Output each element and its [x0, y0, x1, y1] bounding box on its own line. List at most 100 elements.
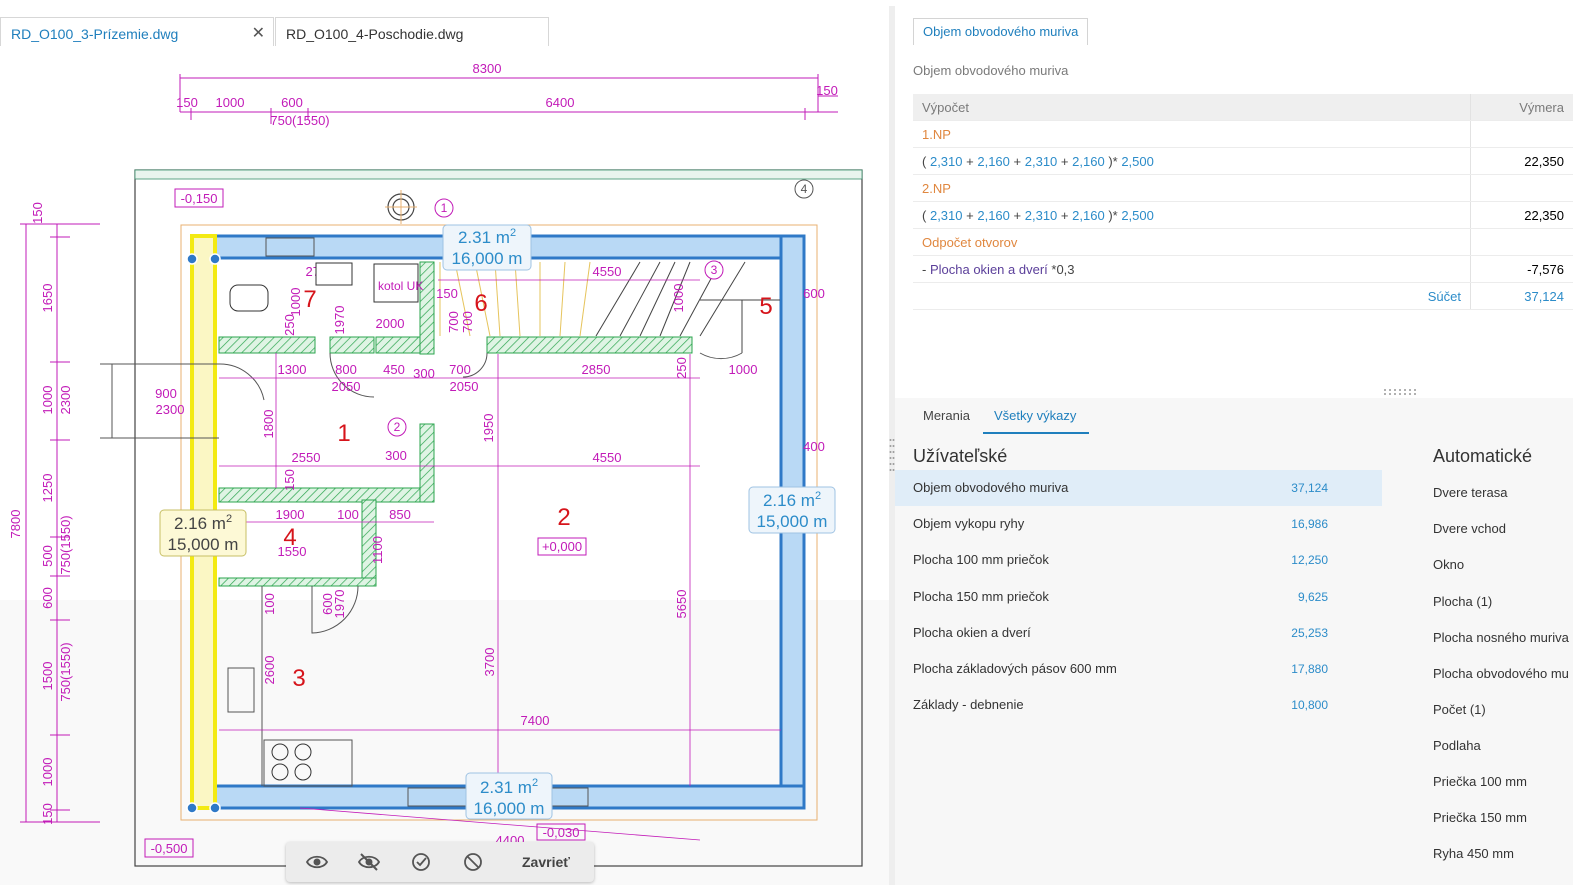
- dim-label: 150: [30, 202, 45, 224]
- dim-label: 1000: [40, 386, 55, 415]
- sum-row: Súčet 37,124: [913, 282, 1573, 310]
- close-button[interactable]: Zavrieť: [522, 842, 570, 882]
- eye-icon[interactable]: [306, 852, 328, 872]
- dim-label: 600: [803, 286, 825, 301]
- report-item[interactable]: Objem vykopu ryhy 16,986: [895, 506, 1382, 542]
- dim-label: 2300: [156, 402, 185, 417]
- dim-label: 100: [337, 507, 359, 522]
- svg-text:2.31 m2: 2.31 m2: [480, 777, 538, 797]
- section-row: Odpočet otvorov: [913, 228, 1573, 256]
- room-number: 6: [474, 290, 487, 317]
- report-item[interactable]: Plocha 150 mm priečok 9,625: [895, 579, 1382, 615]
- auto-report-item[interactable]: Počet (1): [1433, 702, 1486, 717]
- measure-callout-right[interactable]: 2.16 m2 15,000 m: [748, 486, 836, 534]
- section-title: 1.NP: [913, 120, 1471, 148]
- tab-merania[interactable]: Merania: [923, 408, 970, 423]
- measure-callout-left[interactable]: 2.16 m2 15,000 m: [159, 509, 247, 557]
- dim-label: 1000: [40, 758, 55, 787]
- formula-value: 22,350: [1470, 147, 1573, 175]
- document-tab-bar: RD_O100_3-Prízemie.dwg ✕ RD_O100_4-Posch…: [0, 6, 890, 51]
- formula-value: 22,350: [1470, 201, 1573, 229]
- dim-150-right: 150: [816, 83, 838, 98]
- reports-panel: Merania Všetky výkazy Užívateľské Automa…: [895, 398, 1573, 885]
- report-item[interactable]: Základy - debnenie 10,800: [895, 687, 1382, 723]
- formula-row[interactable]: ( 2,310 + 2,160 + 2,310 + 2,160 )* 2,500…: [913, 201, 1573, 229]
- active-tab-indicator: [983, 432, 1089, 434]
- header-calc: Výpočet: [913, 94, 1471, 121]
- report-item[interactable]: Plocha okien a dverí 25,253: [895, 615, 1382, 651]
- auto-report-item[interactable]: Dvere vchod: [1433, 521, 1506, 536]
- svg-text:2.16 m2: 2.16 m2: [763, 490, 821, 510]
- deduction-row[interactable]: - Plocha okien a dverí *0,3 -7,576: [913, 255, 1573, 283]
- auto-report-item[interactable]: Dvere terasa: [1433, 485, 1507, 500]
- empty-cell: [1470, 174, 1573, 202]
- dim-label: 450: [383, 362, 405, 377]
- dim-label: 1500: [40, 662, 55, 691]
- auto-report-item[interactable]: Plocha (1): [1433, 594, 1492, 609]
- dim-label: 3700: [482, 648, 497, 677]
- auto-report-item[interactable]: Ryha 450 mm: [1433, 846, 1514, 861]
- axis-label: 1: [441, 201, 448, 215]
- section-title: 2.NP: [913, 174, 1471, 202]
- room-number: 5: [759, 293, 772, 320]
- dim-label: 150: [40, 803, 55, 825]
- section-title: Odpočet otvorov: [913, 228, 1471, 256]
- deduction-cell[interactable]: - Plocha okien a dverí *0,3: [913, 255, 1471, 283]
- auto-report-item[interactable]: Podlaha: [1433, 738, 1481, 753]
- dim-label: 2000: [376, 316, 405, 331]
- dim-label: 500: [40, 545, 55, 567]
- calculation-table: Výpočet Výmera 1.NP ( 2,310 + 2,160 + 2,…: [913, 94, 1573, 310]
- room-number: 4: [283, 524, 296, 551]
- auto-report-item[interactable]: Priečka 100 mm: [1433, 774, 1527, 789]
- room-number: 2: [557, 504, 570, 531]
- dim-label: 250: [282, 314, 297, 336]
- auto-report-item[interactable]: Plocha nosného muriva: [1433, 630, 1569, 645]
- drawing-pane[interactable]: RD_O100_3-Prízemie.dwg ✕ RD_O100_4-Posch…: [0, 0, 890, 885]
- tab-label: RD_O100_3-Prízemie.dwg: [11, 26, 179, 42]
- floor-plan-canvas[interactable]: 8300 150 1000 600 6400 150 750(1550) 150…: [0, 46, 890, 885]
- dim-label: 1970: [332, 306, 347, 335]
- dim-label: 2850: [582, 362, 611, 377]
- report-sidebar: Objem obvodového muriva Objem obvodového…: [895, 6, 1573, 885]
- dim-label: 400: [803, 439, 825, 454]
- axis-label: 4: [801, 182, 808, 196]
- dim-label: 2050: [450, 379, 479, 394]
- dim-label: 1650: [40, 284, 55, 313]
- fixture-label: kotol UK: [378, 279, 423, 293]
- dim-label: 2050: [332, 379, 361, 394]
- eye-off-icon[interactable]: [358, 852, 380, 872]
- header-value: Výmera: [1470, 94, 1573, 121]
- tab-vsetky-vykazy[interactable]: Všetky výkazy: [994, 408, 1076, 423]
- calc-panel-tab[interactable]: Objem obvodového muriva: [913, 18, 1089, 45]
- measure-toolbar: Zavrieť: [286, 842, 594, 882]
- report-item[interactable]: Plocha základových pásov 600 mm 17,880: [895, 651, 1382, 687]
- measure-callout-bottom[interactable]: 2.31 m2 16,000 m: [465, 772, 553, 820]
- prohibit-icon[interactable]: [462, 852, 484, 872]
- empty-cell: [1470, 120, 1573, 148]
- dim-label: 1000: [729, 362, 758, 377]
- report-item[interactable]: Objem obvodového muriva 37,124: [895, 470, 1382, 506]
- dim-label: 300: [413, 366, 435, 381]
- dim-600: 600: [281, 95, 303, 110]
- horizontal-splitter-grip-icon[interactable]: [1383, 388, 1417, 396]
- auto-report-item[interactable]: Plocha obvodového mu: [1433, 666, 1569, 681]
- dim-label: 100: [262, 593, 277, 615]
- dim-label: 850: [389, 507, 411, 522]
- formula-cell[interactable]: ( 2,310 + 2,160 + 2,310 + 2,160 )* 2,500: [913, 201, 1471, 229]
- formula-cell[interactable]: ( 2,310 + 2,160 + 2,310 + 2,160 )* 2,500: [913, 147, 1471, 175]
- dim-8300: 8300: [473, 61, 502, 76]
- dim-1000: 1000: [216, 95, 245, 110]
- report-item[interactable]: Plocha 100 mm priečok 12,250: [895, 542, 1382, 578]
- check-circle-icon[interactable]: [410, 852, 432, 872]
- measure-callout-top[interactable]: 2.31 m2 16,000 m: [442, 224, 532, 271]
- formula-row[interactable]: ( 2,310 + 2,160 + 2,310 + 2,160 )* 2,500…: [913, 147, 1573, 175]
- tab-label: RD_O100_4-Poschodie.dwg: [286, 26, 464, 42]
- auto-report-item[interactable]: Priečka 150 mm: [1433, 810, 1527, 825]
- level-tag: -0,500: [151, 841, 188, 856]
- svg-text:15,000 m: 15,000 m: [757, 512, 828, 531]
- section-row: 2.NP: [913, 174, 1573, 202]
- dim-label: 1000: [288, 288, 303, 317]
- auto-report-item[interactable]: Okno: [1433, 557, 1464, 572]
- deduction-link[interactable]: Plocha okien a dverí: [930, 262, 1048, 277]
- sum-value: 37,124: [1470, 282, 1573, 310]
